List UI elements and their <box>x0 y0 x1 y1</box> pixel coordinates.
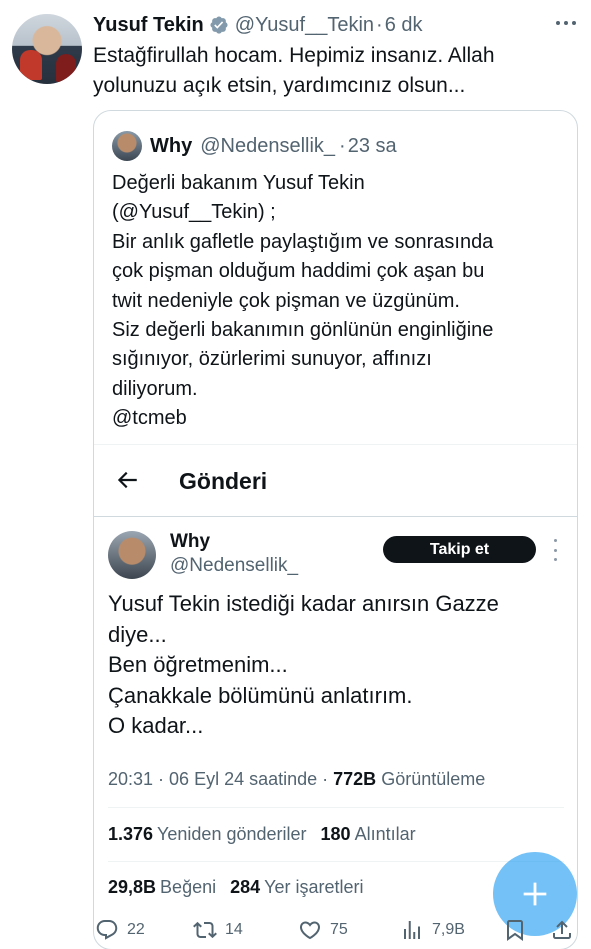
tweet-text-line: yolunuzu açık etsin, yardımcınız olsun..… <box>93 74 466 97</box>
verified-badge-icon <box>210 16 228 34</box>
reply-icon <box>96 920 118 940</box>
likes-label: Beğeni <box>160 877 217 897</box>
screenshot-text: Yusuf Tekin istediği kadar anırsın Gazze… <box>108 589 568 742</box>
action-bar: 22 14 75 7,9B <box>0 912 591 949</box>
separator-dot: · <box>339 134 346 157</box>
avatar-figure <box>20 50 42 80</box>
avatar-figure <box>56 54 76 82</box>
repost-count: 14 <box>225 921 243 938</box>
quoted-text-line: çok pişman olduğum haddimi çok aşan bu <box>112 260 485 283</box>
retweets-label: Yeniden gönderiler <box>157 824 307 844</box>
screenshot-text-line: Çanakkale bölümünü anlatırım. <box>108 682 413 708</box>
bookmark-button[interactable] <box>503 918 535 942</box>
bookmarks-label: Yer işaretleri <box>264 877 364 897</box>
quoted-text-line: sığınıyor, özürlerimi sunuyor, affınızı <box>112 348 432 371</box>
screenshot-text-line: diye... <box>108 621 167 647</box>
screenshot-meta: 20:31 · 06 Eyl 24 saatinde · 772B Görünt… <box>108 767 485 791</box>
screenshot-avatar <box>108 531 156 579</box>
screenshot-text-line: Ben öğretmenim... <box>108 652 288 677</box>
quotes-label: Alıntılar <box>354 824 416 844</box>
quoted-text-line: twit nedeniyle çok pişman ve üzgünüm. <box>112 289 460 312</box>
tweet-header: Yusuf Tekin @Yusuf__Tekin · 6 dk <box>93 12 423 38</box>
share-icon <box>553 920 571 939</box>
likes-count: 29,8B <box>108 877 157 897</box>
quoted-text-line: Değerli bakanım Yusuf Tekin <box>112 172 365 194</box>
author-avatar[interactable] <box>12 14 82 84</box>
reply-button[interactable]: 22 <box>95 918 145 942</box>
bookmark-icon <box>507 920 523 941</box>
more-vertical-icon <box>550 539 560 561</box>
quotes-count: 180 <box>320 824 351 844</box>
share-button[interactable] <box>550 918 582 942</box>
follow-button: Takip et <box>383 536 536 563</box>
meta-timestamp: 20:31 · 06 Eyl 24 saatinde · <box>108 769 334 789</box>
quoted-text: Değerli bakanım Yusuf Tekin (@Yusuf__Tek… <box>112 169 567 434</box>
views-icon <box>404 921 420 939</box>
quoted-time: 23 sa <box>347 134 397 157</box>
views-button[interactable]: 7,9B <box>400 918 465 942</box>
screenshot-post-header: Gönderi <box>94 445 577 517</box>
screenshot-title: Gönderi <box>179 468 268 494</box>
like-count: 75 <box>330 921 348 938</box>
tweet-text-line: Estağfirullah hocam. Hepimiz insanız. Al… <box>93 44 495 67</box>
quoted-text-line: Bir anlık gafletle paylaştığım ve sonras… <box>112 230 494 253</box>
reply-count: 22 <box>127 921 145 938</box>
compose-plus-icon <box>523 882 547 906</box>
screenshot-name: Why <box>170 531 211 552</box>
bookmarks-count: 284 <box>230 877 261 897</box>
tweet-time[interactable]: 6 dk <box>385 14 423 37</box>
screenshot-stats-row: 29,8B Beğeni 284 Yer işaretleri <box>108 875 364 899</box>
divider <box>108 861 564 862</box>
screenshot-text-line: O kadar... <box>108 713 204 738</box>
repost-button[interactable]: 14 <box>193 918 243 942</box>
author-name[interactable]: Yusuf Tekin <box>93 14 204 37</box>
quoted-avatar <box>112 131 142 161</box>
views-count-action: 7,9B <box>432 921 465 938</box>
divider <box>94 516 577 517</box>
more-horizontal-icon[interactable] <box>548 10 584 36</box>
screenshot-stats-row: 1.376 Yeniden gönderiler 180 Alıntılar <box>108 822 416 846</box>
author-handle[interactable]: @Yusuf__Tekin <box>235 14 374 37</box>
like-button[interactable]: 75 <box>298 918 348 942</box>
quoted-text-line: Siz değerli bakanımın gönlünün enginliği… <box>112 319 494 342</box>
quoted-text-line: (@Yusuf__Tekin) ; <box>112 201 276 224</box>
quoted-tweet-card[interactable]: Why @Nedensellik_ · 23 sa Değerli bakanı… <box>93 110 578 949</box>
back-arrow-icon <box>117 471 137 489</box>
quoted-text-line: diliyorum. <box>112 377 198 400</box>
quoted-name: Why <box>150 134 193 157</box>
views-label: Görüntüleme <box>381 769 486 789</box>
quoted-handle: @Nedensellik_ <box>200 134 336 157</box>
views-count: 772B <box>333 769 377 789</box>
screenshot-text-line: Yusuf Tekin istediği kadar anırsın Gazze <box>108 591 499 616</box>
repost-icon <box>193 921 217 939</box>
quoted-header: Why @Nedensellik_ · 23 sa <box>112 131 397 161</box>
divider <box>108 807 564 808</box>
tweet-text: Estağfirullah hocam. Hepimiz insanız. Al… <box>93 41 563 101</box>
separator-dot: · <box>376 13 383 36</box>
tweet: Yusuf Tekin @Yusuf__Tekin · 6 dk Estağfi… <box>0 0 591 949</box>
retweets-count: 1.376 <box>108 824 154 844</box>
quoted-text-line: @tcmeb <box>112 407 187 430</box>
screenshot-handle: @Nedensellik_ <box>170 555 299 576</box>
like-icon <box>299 921 321 940</box>
